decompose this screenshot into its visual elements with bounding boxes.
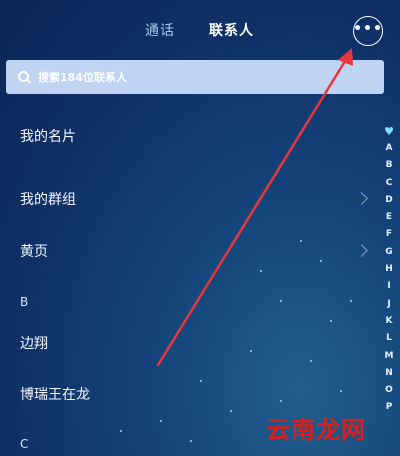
index-letter[interactable]: H (382, 261, 396, 278)
more-horizontal-icon: ••• (353, 21, 383, 37)
index-letter[interactable]: C (382, 175, 396, 192)
tab-contacts[interactable]: 联系人 (209, 20, 254, 40)
index-letter[interactable]: B (382, 157, 396, 174)
index-letter[interactable]: I (382, 278, 396, 295)
contact-name: 边翔 (20, 336, 48, 352)
index-letter[interactable]: N (382, 365, 396, 382)
section-header-b: B (20, 295, 29, 309)
chevron-right-icon (355, 244, 368, 257)
index-letter[interactable]: P (382, 399, 396, 416)
contact-row[interactable]: 边翔 (20, 333, 48, 353)
search-placeholder: 搜索184位联系人 (38, 71, 127, 84)
chevron-right-icon (355, 192, 368, 205)
list-item-my-groups[interactable]: 我的群组 (20, 189, 76, 209)
index-letter[interactable]: L (382, 330, 396, 347)
tab-calls[interactable]: 通话 (145, 20, 175, 40)
index-letter[interactable]: D (382, 192, 396, 209)
top-bar: 通话 联系人 ••• (0, 0, 400, 60)
list-item-my-card[interactable]: 我的名片 (20, 126, 76, 146)
search-bar[interactable]: 搜索184位联系人 (6, 60, 384, 94)
watermark-text: 云南龙网 (266, 416, 366, 444)
more-options-button[interactable]: ••• (353, 16, 383, 46)
index-letter[interactable]: M (382, 348, 396, 365)
search-icon (18, 71, 31, 84)
index-letter[interactable]: K (382, 313, 396, 330)
list-item-label: 黄页 (20, 244, 48, 260)
index-letter[interactable]: E (382, 209, 396, 226)
list-item-label: 我的群组 (20, 192, 76, 208)
index-letter[interactable]: A (382, 140, 396, 157)
contact-row[interactable]: 博瑞王在龙 (20, 384, 90, 404)
index-letter[interactable]: F (382, 226, 396, 243)
list-item-yellow-pages[interactable]: 黄页 (20, 241, 48, 261)
section-header-c: C (20, 437, 29, 451)
heart-icon[interactable]: ♥ (382, 124, 396, 140)
alphabet-index-bar[interactable]: ♥ ABCDEFGHIJKLMNOP (382, 124, 396, 417)
index-letter[interactable]: O (382, 382, 396, 399)
contact-name: 博瑞王在龙 (20, 387, 90, 403)
list-item-label: 我的名片 (20, 129, 76, 145)
index-letter[interactable]: G (382, 244, 396, 261)
index-letter[interactable]: J (382, 296, 396, 313)
